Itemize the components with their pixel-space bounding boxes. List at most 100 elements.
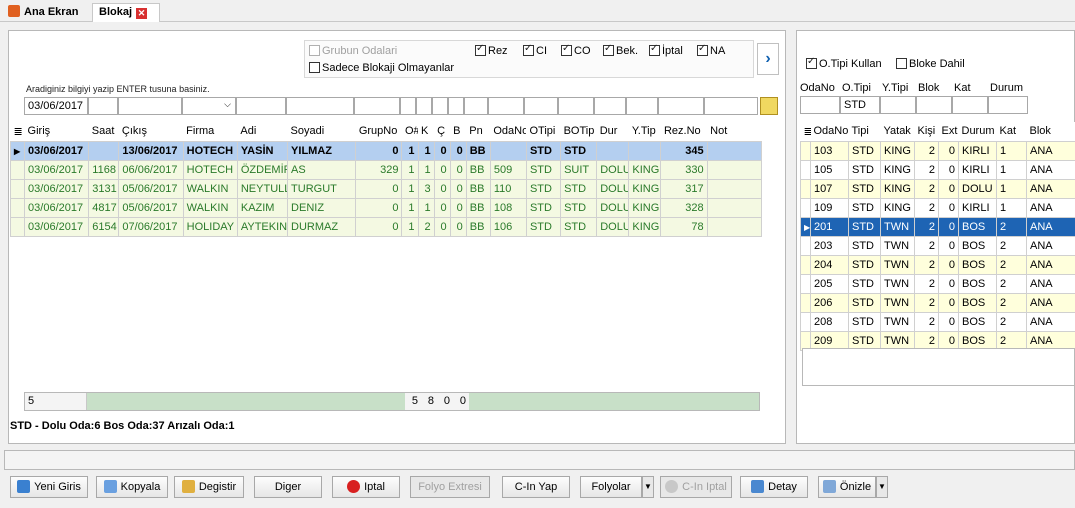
table-row[interactable]: 03/06/2017 3131 05/06/2017 WALKIN NEYTUL… [9, 178, 763, 199]
filter-input[interactable] [448, 97, 464, 115]
otipi-kullan-checkbox[interactable]: O.Tipi Kullan [806, 56, 882, 70]
filter-input[interactable] [416, 97, 432, 115]
co-checkbox[interactable]: CO [561, 43, 591, 57]
cell: ANA [1026, 159, 1075, 180]
tab-blokaj[interactable]: Blokaj ✕ [92, 3, 160, 22]
filter-input[interactable] [354, 97, 400, 115]
rez-checkbox[interactable]: Rez [475, 43, 508, 57]
column-chooser-icon[interactable]: ≣ [10, 122, 25, 141]
column-header[interactable]: O# [401, 122, 419, 141]
column-header[interactable]: OdaNo [810, 122, 849, 141]
grubun-odalari-checkbox[interactable]: Grubun Odalari [309, 45, 397, 57]
kat-filter-input[interactable] [952, 96, 988, 114]
table-row[interactable]: ▶ 201 STD TWN 2 0 BOS 2 ANA [800, 216, 1075, 237]
ci-checkbox[interactable]: CI [523, 43, 547, 57]
kopyala-button[interactable]: Kopyala [96, 476, 168, 498]
folyo-ekstresi-button[interactable]: Folyo Extresi [410, 476, 490, 498]
room-note-area[interactable] [802, 348, 1075, 386]
table-row[interactable]: 03/06/2017 4817 05/06/2017 WALKIN KAZIM … [9, 197, 763, 218]
column-header[interactable]: Not [707, 122, 762, 141]
column-header[interactable]: Dur [596, 122, 629, 141]
column-header[interactable]: Çıkış [118, 122, 184, 141]
clear-filter-icon[interactable] [760, 97, 778, 115]
column-header[interactable]: Ext [938, 122, 959, 141]
table-row[interactable]: 208 STD TWN 2 0 BOS 2 ANA [800, 311, 1075, 332]
filter-input[interactable] [594, 97, 626, 115]
column-header[interactable]: Tipi [848, 122, 881, 141]
na-checkbox[interactable]: NA [697, 43, 725, 57]
chevron-down-icon[interactable]: ▼ [642, 476, 654, 498]
filter-input[interactable] [558, 97, 594, 115]
column-header[interactable]: OTipi [526, 122, 561, 141]
column-header[interactable]: GrupNo [355, 122, 402, 141]
folyolar-button[interactable]: Folyolar [580, 476, 642, 498]
date-filter-input[interactable]: 03/06/2017 [24, 97, 88, 115]
degistir-button[interactable]: Degistir [174, 476, 244, 498]
table-row[interactable]: 203 STD TWN 2 0 BOS 2 ANA [800, 235, 1075, 256]
blok-filter-input[interactable] [916, 96, 952, 114]
otipi-filter-input[interactable]: STD [840, 96, 880, 114]
firma-filter-select[interactable]: ⌵ [182, 97, 236, 115]
column-header[interactable]: BOTip [560, 122, 597, 141]
table-row[interactable]: ▶ 03/06/2017 13/06/2017 HOTECH YASİN YIL… [9, 140, 763, 161]
filter-input[interactable] [236, 97, 286, 115]
bek-checkbox[interactable]: Bek. [603, 43, 638, 57]
filter-input[interactable] [626, 97, 658, 115]
table-row[interactable]: 03/06/2017 6154 07/06/2017 HOLIDAY AYTEK… [9, 216, 763, 237]
cin-yap-button[interactable]: C-In Yap [502, 476, 570, 498]
column-header[interactable]: Firma [183, 122, 238, 141]
filter-label: Blok [918, 82, 940, 94]
close-icon[interactable]: ✕ [136, 8, 148, 19]
table-row[interactable]: 107 STD KING 2 0 DOLU 1 ANA [800, 178, 1075, 199]
column-header[interactable]: Blok [1026, 122, 1075, 141]
onizle-button[interactable]: Önizle [818, 476, 876, 498]
chevron-right-icon[interactable]: › [757, 43, 779, 75]
ytipi-filter-input[interactable] [880, 96, 916, 114]
chevron-down-icon[interactable]: ▼ [876, 476, 888, 498]
column-header[interactable]: Giriş [24, 122, 89, 141]
column-header[interactable]: Soyadi [287, 122, 356, 141]
filter-input[interactable] [400, 97, 416, 115]
odano-filter-input[interactable] [800, 96, 840, 114]
filter-input[interactable] [464, 97, 488, 115]
column-header[interactable]: B [450, 122, 467, 141]
table-row[interactable]: 105 STD KING 2 0 KIRLI 1 ANA [800, 159, 1075, 180]
column-header[interactable]: Ç [434, 122, 451, 141]
filter-input[interactable] [658, 97, 704, 115]
column-chooser-icon[interactable]: ≣ [800, 122, 811, 141]
tab-ana-ekran[interactable]: Ana Ekran [2, 3, 92, 22]
column-header[interactable]: OdaNo [490, 122, 527, 141]
filter-input[interactable] [88, 97, 118, 115]
detay-button[interactable]: Detay [740, 476, 808, 498]
table-row[interactable]: 103 STD KING 2 0 KIRLI 1 ANA [800, 140, 1075, 161]
iptal-checkbox[interactable]: İptal [649, 43, 683, 57]
column-header[interactable]: Adi [237, 122, 288, 141]
filter-input[interactable] [118, 97, 182, 115]
column-header[interactable]: Rez.No [660, 122, 708, 141]
table-row[interactable]: 03/06/2017 1168 06/06/2017 HOTECH ÖZDEMİ… [9, 159, 763, 180]
table-row[interactable]: 205 STD TWN 2 0 BOS 2 ANA [800, 273, 1075, 294]
column-header[interactable]: Saat [88, 122, 119, 141]
bloke-dahil-checkbox[interactable]: Bloke Dahil [896, 58, 965, 70]
column-header[interactable]: Kişi [914, 122, 939, 141]
column-header[interactable]: Yatak [880, 122, 915, 141]
filter-input[interactable] [704, 97, 758, 115]
column-header[interactable]: Durum [958, 122, 997, 141]
filter-input[interactable] [286, 97, 354, 115]
filter-input[interactable] [524, 97, 558, 115]
filter-input[interactable] [488, 97, 524, 115]
cin-iptal-button[interactable]: C-In Iptal [660, 476, 732, 498]
filter-input[interactable] [432, 97, 448, 115]
table-row[interactable]: 109 STD KING 2 0 KIRLI 1 ANA [800, 197, 1075, 218]
iptal-button[interactable]: Iptal [332, 476, 400, 498]
column-header[interactable]: Y.Tip [628, 122, 661, 141]
yeni-giris-button[interactable]: Yeni Giris [10, 476, 88, 498]
column-header[interactable]: Kat [996, 122, 1027, 141]
durum-filter-input[interactable] [988, 96, 1028, 114]
table-row[interactable]: 206 STD TWN 2 0 BOS 2 ANA [800, 292, 1075, 313]
table-row[interactable]: 204 STD TWN 2 0 BOS 2 ANA [800, 254, 1075, 275]
sadece-blokaji-checkbox[interactable]: Sadece Blokaji Olmayanlar [309, 62, 454, 74]
column-header[interactable]: K [418, 122, 435, 141]
column-header[interactable]: Pn [466, 122, 491, 141]
diger-button[interactable]: Diger [254, 476, 322, 498]
